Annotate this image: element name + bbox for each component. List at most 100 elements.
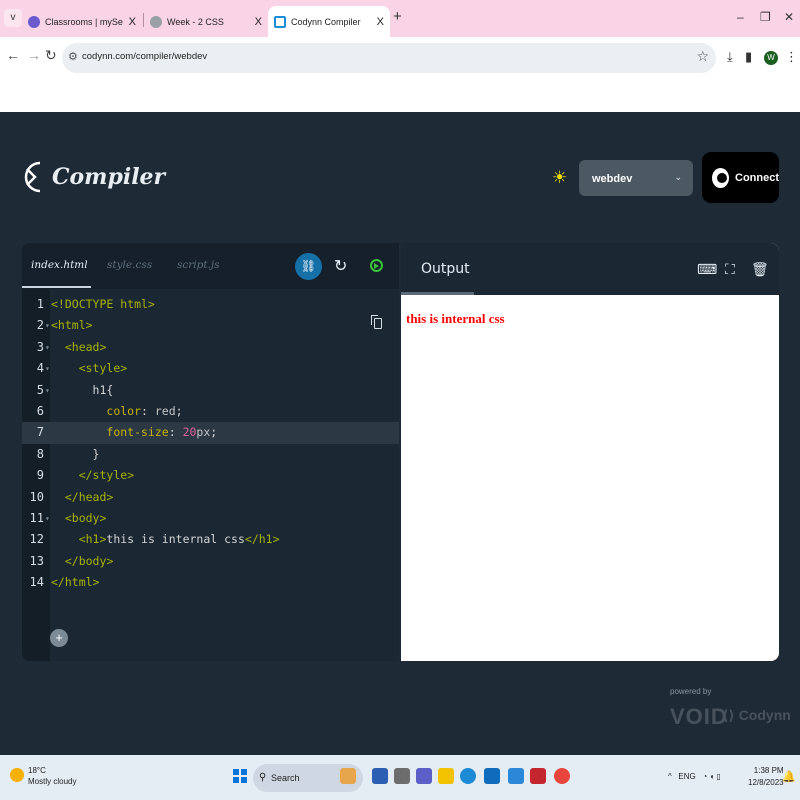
code-line[interactable]: 11 ▾ <body> xyxy=(22,508,399,529)
code-text[interactable]: <!DOCTYPE html> xyxy=(51,294,155,315)
profile-avatar[interactable]: W xyxy=(764,51,778,65)
fold-arrow-icon[interactable]: ▾ xyxy=(45,315,50,336)
download-icon[interactable]: ⤓ xyxy=(727,49,733,65)
code-text[interactable]: </style> xyxy=(51,465,134,486)
url-text[interactable]: codynn.com/compiler/webdev xyxy=(82,51,207,62)
language-select[interactable]: webdev ⌄ xyxy=(579,160,693,196)
code-line[interactable]: 1 <!DOCTYPE html> xyxy=(22,294,399,315)
copy-icon[interactable] xyxy=(371,315,382,329)
close-window-icon[interactable]: ✕ xyxy=(784,10,794,24)
clock[interactable]: 1:38 PM 12/8/2023 xyxy=(748,765,784,789)
mcafee-icon[interactable] xyxy=(530,768,546,784)
tab-close-icon[interactable]: X xyxy=(255,16,262,28)
tab-close-icon[interactable]: X xyxy=(129,16,136,28)
tab-title: Classrooms | mySecondTeacher xyxy=(45,16,123,27)
chrome-icon[interactable] xyxy=(554,768,570,784)
tab-close-icon[interactable]: X xyxy=(377,16,384,28)
notification-bell-icon[interactable]: 🔔 xyxy=(782,770,796,783)
fold-arrow-icon[interactable]: ▾ xyxy=(45,508,50,529)
code-line[interactable]: 6 color: red; xyxy=(22,401,399,422)
trash-icon[interactable]: 🗑 xyxy=(751,261,769,278)
tab-week2css[interactable]: Week - 2 CSS X xyxy=(144,6,268,37)
reset-icon[interactable]: ↻ xyxy=(334,256,347,276)
reload-icon[interactable]: ↻ xyxy=(45,47,57,64)
line-number: 10 xyxy=(29,489,44,504)
windows-start-icon[interactable] xyxy=(233,769,247,783)
code-text[interactable]: } xyxy=(51,444,100,465)
code-text[interactable]: <style> xyxy=(51,358,127,379)
output-tab-indicator xyxy=(401,292,474,295)
weather-widget[interactable]: 18°C Mostly cloudy xyxy=(10,765,76,787)
add-file-button[interactable]: + xyxy=(50,629,68,647)
temperature: 18°C xyxy=(28,766,46,775)
editor-tab-bar: index.html style.css script.js ⛓ ↻ xyxy=(22,243,399,289)
code-text[interactable]: h1{ xyxy=(51,380,114,401)
code-line[interactable]: 4 ▾ <style> xyxy=(22,358,399,379)
menu-kebab-icon[interactable]: ⋮ xyxy=(785,49,798,65)
share-link-button[interactable]: ⛓ xyxy=(295,253,322,280)
forward-arrow-icon[interactable]: → xyxy=(27,47,41,63)
code-area[interactable]: 1 <!DOCTYPE html> 2 ▾ <html> 3 ▾ <head> 4 ▾ <sty… xyxy=(22,294,399,593)
code-text[interactable]: <html> xyxy=(51,315,93,336)
restore-icon[interactable]: ❐ xyxy=(760,10,771,24)
line-number: 3 xyxy=(36,339,44,354)
input-language[interactable]: ENG xyxy=(678,772,695,781)
search-label: Search xyxy=(271,773,300,783)
code-text[interactable]: <head> xyxy=(51,337,107,358)
connect-github-button[interactable]: Connect xyxy=(702,152,779,203)
edge-icon[interactable] xyxy=(460,768,476,784)
address-bar[interactable]: ⚙ codynn.com/compiler/webdev ☆ xyxy=(62,43,716,73)
code-text[interactable]: <body> xyxy=(51,508,107,529)
minimize-icon[interactable]: – xyxy=(737,10,744,24)
widget-icon[interactable] xyxy=(340,768,356,784)
code-line[interactable]: 8 } xyxy=(22,444,399,465)
weather-condition: Mostly cloudy xyxy=(28,777,77,786)
line-number: 6 xyxy=(36,403,44,418)
code-text[interactable]: </head> xyxy=(51,487,113,508)
code-text[interactable]: <h1>this is internal css</h1> xyxy=(51,529,280,550)
code-line[interactable]: 14 </html> xyxy=(22,572,399,593)
theme-toggle-bulb-icon[interactable]: ☀ xyxy=(552,168,567,188)
bookmark-star-icon[interactable]: ☆ xyxy=(696,48,709,65)
site-info-icon[interactable]: ⚙ xyxy=(68,50,78,63)
app-icon[interactable] xyxy=(372,768,388,784)
code-line[interactable]: 13 </body> xyxy=(22,551,399,572)
fullscreen-icon[interactable]: ⛶ xyxy=(725,261,735,278)
code-line[interactable]: 5 ▾ h1{ xyxy=(22,380,399,401)
fold-arrow-icon[interactable]: ▾ xyxy=(45,358,50,379)
code-line[interactable]: 12 <h1>this is internal css</h1> xyxy=(22,529,399,550)
file-explorer-icon[interactable] xyxy=(438,768,454,784)
wifi-volume-battery-icon[interactable]: ◔ ◖ ▯ xyxy=(702,772,721,781)
side-panel-icon[interactable]: ▮ xyxy=(745,49,752,65)
code-line[interactable]: 9 </style> xyxy=(22,465,399,486)
code-text[interactable]: </body> xyxy=(51,551,113,572)
tab-index-html[interactable]: index.html xyxy=(31,259,88,271)
app-icon[interactable] xyxy=(394,768,410,784)
back-arrow-icon[interactable]: ← xyxy=(6,47,20,63)
app-icon[interactable] xyxy=(508,768,524,784)
tab-title: Codynn Compiler xyxy=(291,16,361,27)
new-tab-button[interactable]: + xyxy=(393,8,402,25)
tab-classrooms[interactable]: Classrooms | mySecondTeacher X xyxy=(22,6,142,37)
code-line[interactable]: 7 font-size: 20px; xyxy=(22,422,399,444)
store-icon[interactable] xyxy=(484,768,500,784)
tab-search-button[interactable]: v xyxy=(4,9,22,27)
fold-arrow-icon[interactable]: ▾ xyxy=(45,337,50,358)
code-text[interactable]: color: red; xyxy=(51,401,182,422)
tab-script-js[interactable]: script.js xyxy=(177,259,220,271)
fold-arrow-icon[interactable]: ▾ xyxy=(45,380,50,401)
code-line[interactable]: 3 ▾ <head> xyxy=(22,337,399,358)
code-line[interactable]: 10 </head> xyxy=(22,487,399,508)
system-tray[interactable]: ^ ENG ◔ ◖ ▯ xyxy=(668,772,721,781)
code-text[interactable]: font-size: 20px; xyxy=(51,422,217,443)
tab-codynn-compiler[interactable]: Codynn Compiler X xyxy=(268,6,390,37)
run-play-icon[interactable] xyxy=(370,259,383,272)
codynn-app: Compiler ☀ webdev ⌄ Connect index.html s… xyxy=(0,112,800,755)
keyboard-icon[interactable]: ⌨ xyxy=(697,261,717,278)
teams-icon[interactable] xyxy=(416,768,432,784)
code-line[interactable]: 2 ▾ <html> xyxy=(22,315,399,336)
code-text[interactable]: </html> xyxy=(51,572,99,593)
compiler-logo[interactable]: Compiler xyxy=(20,157,165,197)
tab-style-css[interactable]: style.css xyxy=(107,259,152,271)
output-tab[interactable]: Output xyxy=(421,261,470,277)
